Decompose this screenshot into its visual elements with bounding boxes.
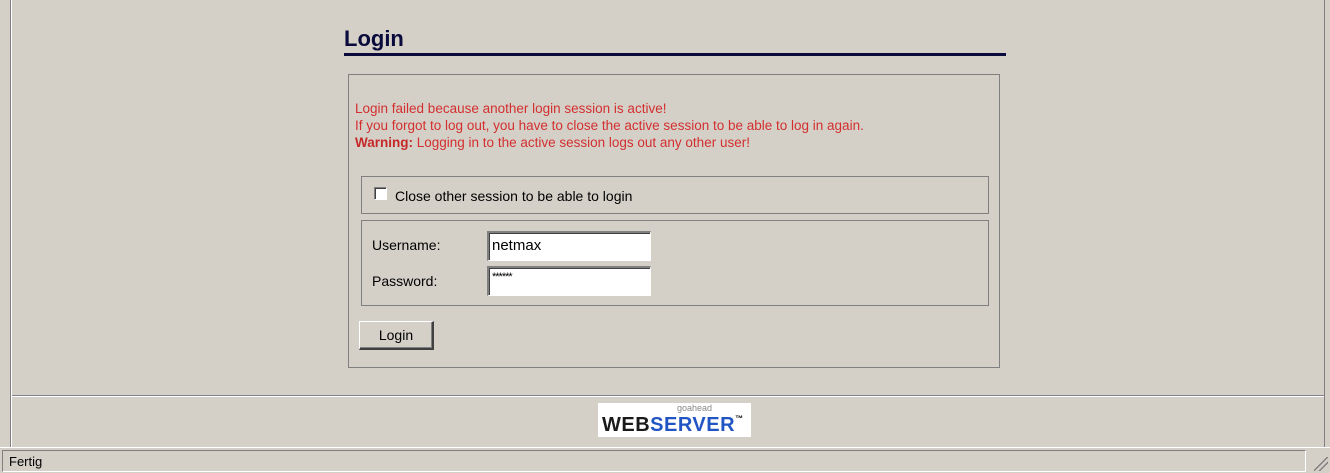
logo-server: SERVER (650, 414, 736, 436)
password-label: Password: (372, 273, 438, 289)
close-session-checkbox[interactable] (374, 187, 387, 200)
logo-web: WEB (602, 414, 651, 436)
logo-tm: ™ (735, 414, 744, 423)
warning-label: Warning: (355, 135, 413, 150)
status-text: Fertig (2, 450, 1306, 472)
login-button[interactable]: Login (359, 321, 434, 350)
username-label: Username: (372, 237, 441, 253)
title-underline (344, 53, 1006, 56)
resize-grip-icon[interactable] (1314, 457, 1328, 471)
error-line-2: If you forgot to log out, you have to cl… (355, 118, 864, 133)
logo-goahead-text: goahead (676, 403, 713, 413)
footer-divider-highlight (12, 396, 1324, 397)
status-bar: Fertig (0, 447, 1330, 473)
error-message: Login failed because another login sessi… (355, 100, 864, 151)
page: Login Login failed because another login… (0, 0, 1330, 447)
goahead-webserver-logo[interactable]: goahead WEBSERVER™ (598, 403, 751, 437)
page-title: Login (344, 26, 404, 51)
close-session-label[interactable]: Close other session to be able to login (395, 188, 632, 204)
warning-line: Warning: Logging in to the active sessio… (355, 134, 864, 151)
username-input[interactable]: netmax (487, 231, 651, 261)
logo-webserver-text: WEBSERVER™ (602, 414, 744, 437)
warning-text: Logging in to the active session logs ou… (413, 135, 750, 150)
left-frame-border (0, 0, 12, 447)
error-line-1: Login failed because another login sessi… (355, 101, 667, 116)
password-input[interactable]: ****** (487, 266, 651, 296)
credentials-box (361, 220, 989, 306)
right-frame-border (1324, 0, 1330, 447)
